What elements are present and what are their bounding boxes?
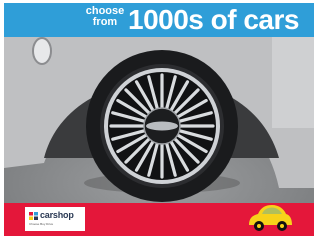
car-mascot-icon [249,205,292,231]
banner-headline: 1000s of cars [128,4,299,35]
promo-banner: choose from 1000s of cars [4,3,314,37]
carshop-logo[interactable]: carshop Choose Buy Drive [25,207,85,231]
brand-tagline: Choose Buy Drive [29,222,54,226]
banner-tagline: choose from [82,6,128,28]
tagline-line-2: from [92,16,118,28]
brand-name: carshop [40,210,74,220]
carshop-ad[interactable]: choose from 1000s of cars carshop Choose… [4,3,314,236]
carshop-logo-icon [29,212,38,220]
ad-footer: carshop Choose Buy Drive [4,203,314,236]
